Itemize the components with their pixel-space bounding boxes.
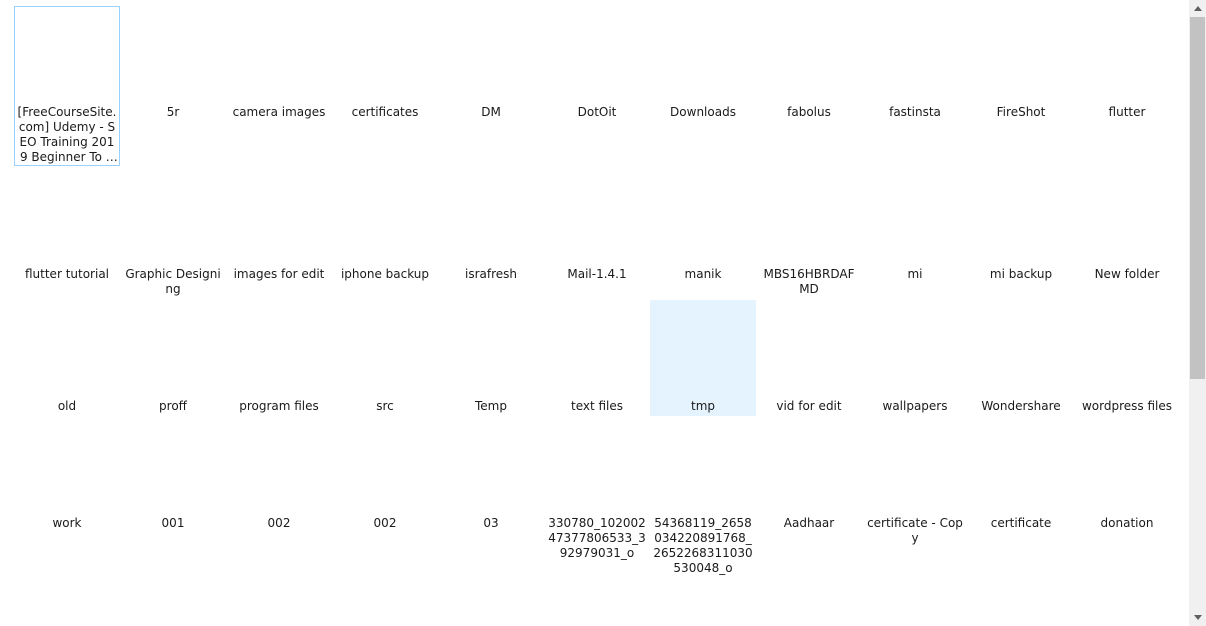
folder-item-label: certificate <box>990 516 1052 530</box>
folder-item-label: src <box>376 399 394 413</box>
folder-item[interactable]: fastinsta <box>862 6 968 166</box>
folder-item-label: images for edit <box>233 267 325 281</box>
folder-item[interactable]: images for edit <box>226 168 332 298</box>
folder-item-label: manik <box>684 267 722 281</box>
folder-item-label: Graphic Designing <box>125 267 221 296</box>
folder-item[interactable]: [FreeCourseSite.com] Udemy - SEO Trainin… <box>14 6 120 166</box>
folder-item[interactable]: text files <box>544 300 650 416</box>
folder-item-label: 03 <box>483 516 499 530</box>
folder-item[interactable]: Wondershare <box>968 300 1074 416</box>
folder-item[interactable]: old <box>14 300 120 416</box>
file-list-large-icons: [FreeCourseSite.com] Udemy - SEO Trainin… <box>0 0 1189 626</box>
folder-item[interactable]: DotOit <box>544 6 650 166</box>
folder-item[interactable]: 001 <box>120 418 226 588</box>
folder-item[interactable]: certificate <box>968 418 1074 588</box>
folder-item-label: certificates <box>351 105 419 119</box>
folder-item-label: camera images <box>232 105 326 119</box>
folder-item[interactable]: iphone backup <box>332 168 438 298</box>
folder-item-label: Aadhaar <box>783 516 835 530</box>
folder-item-label: text files <box>570 399 624 413</box>
folder-item-label: fabolus <box>787 105 831 119</box>
folder-item[interactable]: program files <box>226 300 332 416</box>
folder-item[interactable]: camera images <box>226 6 332 166</box>
folder-item[interactable]: Temp <box>438 300 544 416</box>
folder-item-label: 002 <box>373 516 397 530</box>
folder-item[interactable]: flutter tutorial <box>14 168 120 298</box>
folder-item[interactable]: 002 <box>332 418 438 588</box>
folder-item-label: flutter tutorial <box>24 267 110 281</box>
folder-item-label: wallpapers <box>882 399 948 413</box>
folder-item-label: tmp <box>690 399 715 413</box>
folder-item-label: vid for edit <box>776 399 842 413</box>
folder-item-label: old <box>57 399 77 413</box>
folder-item[interactable]: certificate - Copy <box>862 418 968 588</box>
folder-item-label: proff <box>159 399 187 413</box>
folder-item[interactable]: MBS16HBRDAFMD <box>756 168 862 298</box>
folder-item-label: FireShot <box>996 105 1046 119</box>
folder-item-label: program files <box>239 399 319 413</box>
folder-item[interactable]: Graphic Designing <box>120 168 226 298</box>
folder-item[interactable]: 002 <box>226 418 332 588</box>
folder-item-label: iphone backup <box>340 267 430 281</box>
folder-item-label: mi backup <box>989 267 1053 281</box>
folder-item-label: mi <box>907 267 923 281</box>
folder-item-label: flutter <box>1108 105 1146 119</box>
folder-item-label: Wondershare <box>981 399 1061 413</box>
folder-item[interactable]: 03 <box>438 418 544 588</box>
folder-item[interactable]: FireShot <box>968 6 1074 166</box>
folder-item[interactable]: mi <box>862 168 968 298</box>
folder-item-label: donation <box>1100 516 1154 530</box>
folder-item-label: israfresh <box>464 267 517 281</box>
folder-item[interactable]: proff <box>120 300 226 416</box>
folder-item-label: 5r <box>166 105 180 119</box>
scroll-up-arrow-icon[interactable] <box>1189 0 1206 17</box>
folder-item[interactable]: Mail-1.4.1 <box>544 168 650 298</box>
folder-item[interactable]: src <box>332 300 438 416</box>
folder-item-label: wordpress files <box>1081 399 1172 413</box>
folder-item-label: 330780_10200247377806533_392979031_o <box>548 516 646 560</box>
scroll-thumb[interactable] <box>1190 17 1205 379</box>
folder-item-label: DotOit <box>577 105 617 119</box>
folder-item-label: MBS16HBRDAFMD <box>763 267 855 296</box>
folder-item[interactable]: mi backup <box>968 168 1074 298</box>
folder-item-label: 002 <box>267 516 291 530</box>
folder-item[interactable]: fabolus <box>756 6 862 166</box>
folder-item-label: [FreeCourseSite.com] Udemy - SEO Trainin… <box>17 105 117 164</box>
folder-item[interactable]: Downloads <box>650 6 756 166</box>
folder-item-label: 54368119_2658034220891768_26522683110305… <box>653 516 753 575</box>
folder-item[interactable]: work <box>14 418 120 588</box>
folder-item-label: Mail-1.4.1 <box>567 267 627 281</box>
folder-item[interactable]: wallpapers <box>862 300 968 416</box>
folder-item[interactable]: DM <box>438 6 544 166</box>
folder-item[interactable]: Aadhaar <box>756 418 862 588</box>
folder-item[interactable]: 5r <box>120 6 226 166</box>
folder-item[interactable]: certificates <box>332 6 438 166</box>
folder-item[interactable]: wordpress files <box>1074 300 1180 416</box>
folder-item[interactable]: vid for edit <box>756 300 862 416</box>
folder-item-label: Temp <box>475 399 507 413</box>
folder-item-label: certificate - Copy <box>867 516 963 545</box>
folder-item[interactable]: flutter <box>1074 6 1180 166</box>
scroll-down-arrow-icon[interactable] <box>1189 609 1206 626</box>
vertical-scrollbar[interactable] <box>1189 0 1206 626</box>
folder-item-label: New folder <box>1094 267 1160 281</box>
folder-item[interactable]: donation <box>1074 418 1180 588</box>
folder-item-label: fastinsta <box>889 105 941 119</box>
folder-item[interactable]: New folder <box>1074 168 1180 298</box>
folder-item[interactable]: israfresh <box>438 168 544 298</box>
folder-item[interactable]: tmp <box>650 300 756 416</box>
folder-item[interactable]: manik <box>650 168 756 298</box>
folder-item-label: 001 <box>161 516 185 530</box>
folder-item-label: work <box>52 516 82 530</box>
folder-item-label: Downloads <box>670 105 736 119</box>
folder-item-label: DM <box>481 105 501 119</box>
folder-item[interactable]: 330780_10200247377806533_392979031_o <box>544 418 650 588</box>
folder-item[interactable]: 54368119_2658034220891768_26522683110305… <box>650 418 756 588</box>
